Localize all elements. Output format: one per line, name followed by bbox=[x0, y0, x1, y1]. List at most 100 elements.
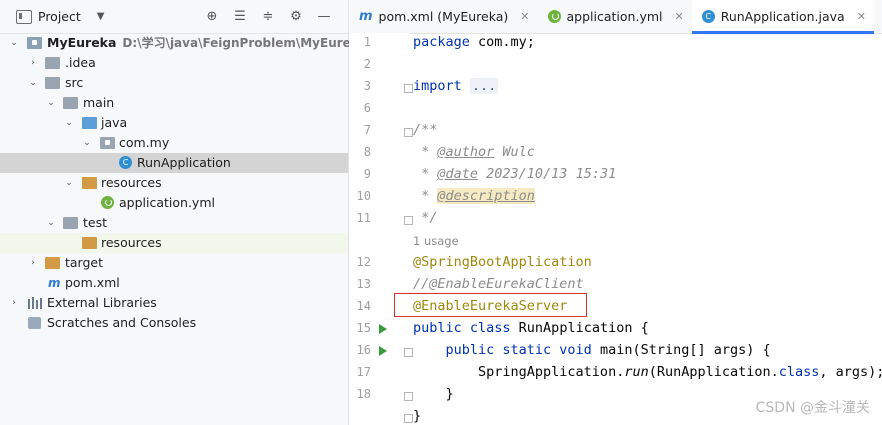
usages-hint[interactable]: 1 usage bbox=[413, 234, 459, 248]
line-number: 18 bbox=[356, 387, 371, 401]
chevron-down-icon[interactable]: ▼ bbox=[97, 11, 105, 22]
folded-imports[interactable]: ... bbox=[469, 78, 499, 94]
tree-item-target[interactable]: › target bbox=[0, 253, 348, 273]
tree-item-pom-xml[interactable]: m pom.xml bbox=[0, 273, 348, 293]
line-number: 1 bbox=[363, 35, 371, 49]
code-line: * @description bbox=[413, 188, 535, 204]
chevron-down-icon[interactable]: ⌄ bbox=[63, 173, 75, 193]
tree-item-external-libraries[interactable]: › External Libraries bbox=[0, 293, 348, 313]
tree-item-runapplication[interactable]: C RunApplication bbox=[0, 153, 348, 173]
excluded-folder-icon bbox=[45, 257, 60, 269]
code-line: * @date 2023/10/13 15:31 bbox=[413, 166, 617, 182]
chevron-right-icon[interactable]: › bbox=[27, 53, 39, 73]
code-line: @SpringBootApplication bbox=[413, 254, 592, 270]
tab-runapplication-java[interactable]: C RunApplication.java ✕ bbox=[691, 0, 875, 34]
code-area[interactable]: package com.my; import ... /** * @author… bbox=[409, 33, 882, 425]
editor-area: m pom.xml (MyEureka) ✕ application.yml ✕… bbox=[349, 0, 882, 425]
close-icon[interactable]: ✕ bbox=[675, 10, 684, 23]
crosshair-icon[interactable]: ⊕ bbox=[204, 8, 220, 24]
tree-label: test bbox=[83, 215, 108, 230]
spring-icon bbox=[547, 10, 561, 23]
tree-label: Scratches and Consoles bbox=[47, 315, 197, 330]
code-line: package com.my; bbox=[413, 34, 535, 50]
spring-icon bbox=[101, 196, 114, 209]
libraries-icon bbox=[28, 297, 42, 309]
folder-icon bbox=[63, 217, 78, 229]
tree-label: MyEureka D:\学习\java\FeignProblem\MyEureka bbox=[47, 35, 367, 50]
tree-label: resources bbox=[101, 175, 162, 190]
resources-folder-icon bbox=[82, 177, 97, 189]
chevron-down-icon[interactable]: ⌄ bbox=[63, 113, 75, 133]
code-line: //@EnableEurekaClient bbox=[413, 276, 584, 292]
scratches-icon bbox=[28, 317, 41, 329]
run-icon[interactable] bbox=[379, 346, 387, 356]
line-number: 8 bbox=[363, 145, 371, 159]
tree-label: .idea bbox=[65, 55, 96, 70]
project-view-selector[interactable]: Project ▼ bbox=[16, 9, 104, 24]
project-panel: Project ▼ ⊕ ☰ ≑ ⚙ — ⌄ MyEureka D:\学习\java… bbox=[0, 0, 367, 425]
close-icon[interactable]: ✕ bbox=[857, 10, 866, 23]
tab-label: pom.xml (MyEureka) bbox=[378, 9, 509, 24]
tree-item-application-yml[interactable]: application.yml bbox=[0, 193, 348, 213]
project-toolbar: ⊕ ☰ ≑ ⚙ — bbox=[204, 8, 332, 24]
editor-gutter: 1 2 3 6 7 8 9 10 11 12 13 14 15 16 17 18 bbox=[349, 33, 413, 425]
expand-all-icon[interactable]: ≑ bbox=[260, 8, 276, 24]
tree-item-test[interactable]: ⌄ test bbox=[0, 213, 348, 233]
tree-label: RunApplication bbox=[137, 155, 231, 170]
editor-tabs: m pom.xml (MyEureka) ✕ application.yml ✕… bbox=[349, 0, 882, 34]
code-line: import ... bbox=[413, 78, 499, 94]
code-line: /** bbox=[413, 122, 438, 138]
chevron-down-icon[interactable]: ⌄ bbox=[27, 73, 39, 93]
line-number: 11 bbox=[356, 211, 371, 225]
tab-pom-xml[interactable]: m pom.xml (MyEureka) ✕ bbox=[349, 0, 538, 33]
code-line: * @author Wulc bbox=[413, 144, 535, 160]
tree-label: External Libraries bbox=[47, 295, 157, 310]
ide-window: Project ▼ ⊕ ☰ ≑ ⚙ — ⌄ MyEureka D:\学习\java… bbox=[0, 0, 882, 425]
tab-application-yml[interactable]: application.yml ✕ bbox=[538, 0, 692, 33]
run-icon[interactable] bbox=[379, 324, 387, 334]
chevron-right-icon[interactable]: › bbox=[27, 253, 39, 273]
maven-icon: m bbox=[359, 9, 373, 24]
tab-label: application.yml bbox=[566, 9, 663, 24]
tree-item-resources[interactable]: ⌄ resources bbox=[0, 173, 348, 193]
code-line: */ bbox=[413, 210, 438, 226]
tree-label: application.yml bbox=[119, 195, 215, 210]
tree-item-java[interactable]: ⌄ java bbox=[0, 113, 348, 133]
folder-icon bbox=[63, 97, 78, 109]
tree-label: target bbox=[65, 255, 104, 270]
tree-item-idea[interactable]: › .idea bbox=[0, 53, 348, 73]
folder-icon bbox=[45, 57, 60, 69]
class-icon: C bbox=[701, 10, 715, 23]
tree-label: com.my bbox=[119, 135, 170, 150]
folder-icon bbox=[45, 77, 60, 89]
tree-item-myeureka[interactable]: ⌄ MyEureka D:\学习\java\FeignProblem\MyEure… bbox=[0, 33, 367, 53]
chevron-down-icon[interactable]: ⌄ bbox=[8, 33, 20, 53]
tree-item-test-resources[interactable]: resources bbox=[0, 233, 348, 253]
line-number: 16 bbox=[356, 343, 371, 357]
tree-item-src[interactable]: ⌄ src bbox=[0, 73, 348, 93]
line-number: 3 bbox=[363, 79, 371, 93]
line-number: 15 bbox=[356, 321, 371, 335]
chevron-down-icon[interactable]: ⌄ bbox=[45, 213, 57, 233]
code-line: public static void main(String[] args) { bbox=[413, 342, 771, 358]
chevron-right-icon[interactable]: › bbox=[8, 293, 20, 313]
collapse-all-icon[interactable]: ☰ bbox=[232, 8, 248, 24]
line-number: 10 bbox=[356, 189, 371, 203]
gear-icon[interactable]: ⚙ bbox=[288, 8, 304, 24]
line-number: 2 bbox=[363, 57, 371, 71]
watermark: CSDN @金斗潼关 bbox=[755, 400, 870, 416]
line-number: 6 bbox=[363, 101, 371, 115]
tree-item-scratches[interactable]: Scratches and Consoles bbox=[0, 313, 348, 333]
close-icon[interactable]: ✕ bbox=[520, 10, 529, 23]
tree-item-main[interactable]: ⌄ main bbox=[0, 93, 348, 113]
package-icon bbox=[100, 137, 115, 149]
highlight-box bbox=[394, 293, 587, 317]
line-number: 13 bbox=[356, 277, 371, 291]
tree-label: main bbox=[83, 95, 115, 110]
minimize-icon[interactable]: — bbox=[316, 8, 332, 24]
chevron-down-icon[interactable]: ⌄ bbox=[45, 93, 57, 113]
tree-item-com-my[interactable]: ⌄ com.my bbox=[0, 133, 348, 153]
tree-label: java bbox=[101, 115, 128, 130]
chevron-down-icon[interactable]: ⌄ bbox=[81, 133, 93, 153]
tab-label: RunApplication.java bbox=[720, 9, 845, 24]
